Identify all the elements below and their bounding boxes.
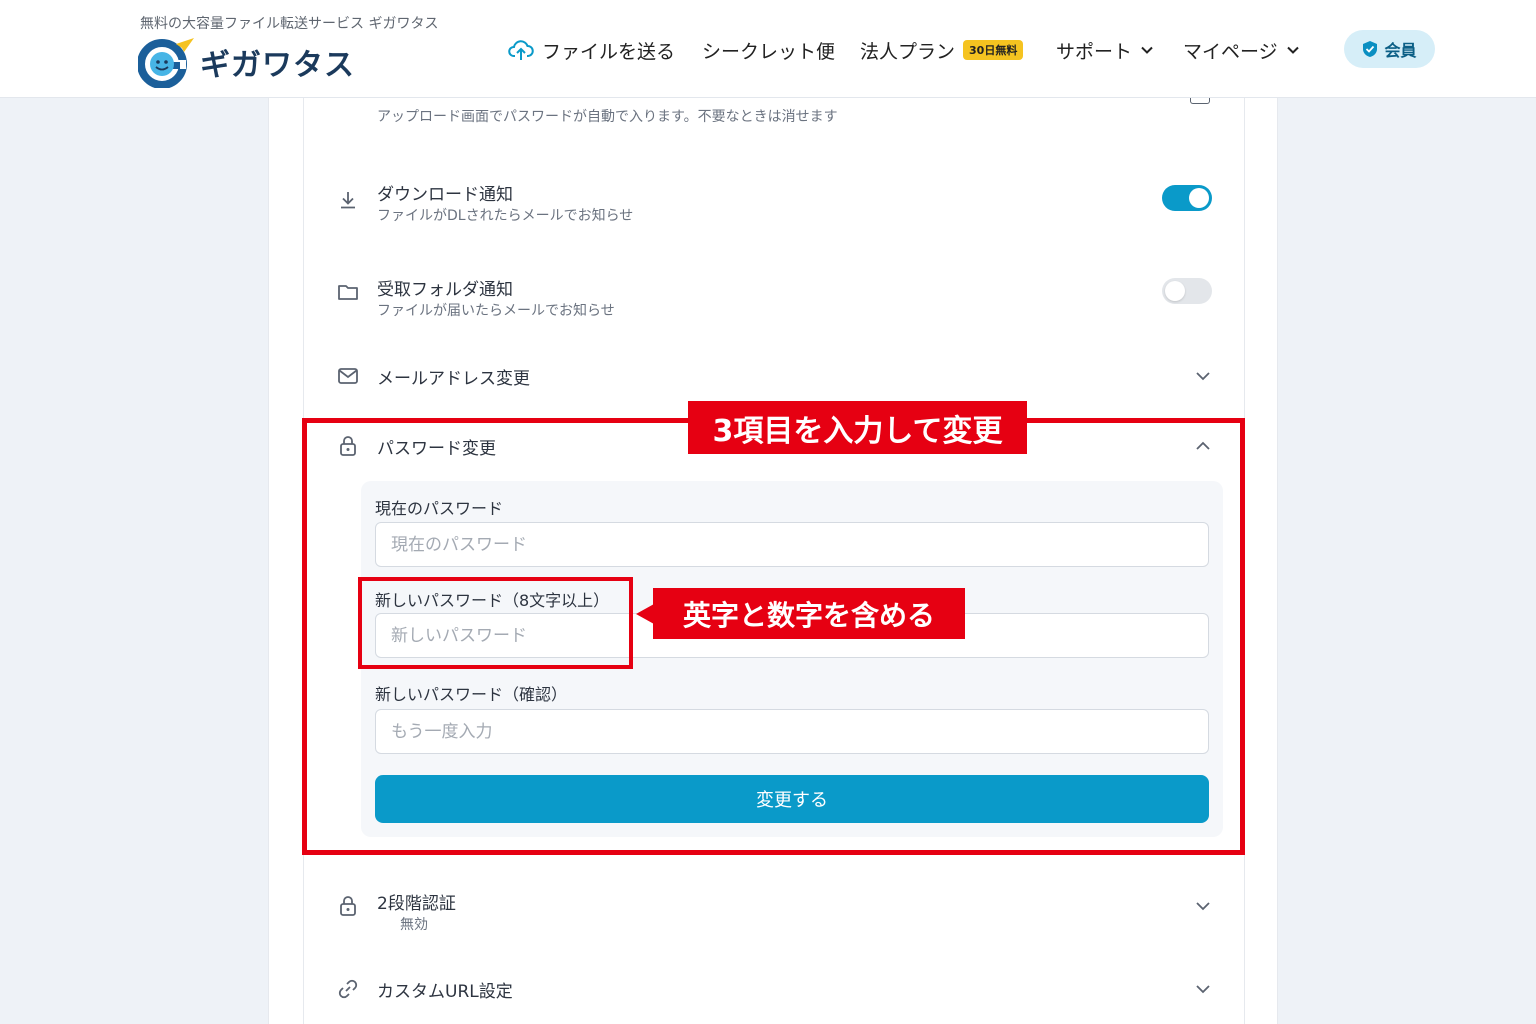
nav-send-file[interactable]: ファイルを送る	[508, 36, 675, 64]
member-badge-button[interactable]: 会員	[1344, 30, 1435, 68]
mail-icon	[338, 368, 358, 384]
annotation-callout: 3項目を入力して変更	[688, 401, 1027, 454]
cloud-upload-icon	[508, 40, 534, 60]
nav-secret[interactable]: シークレット便	[702, 36, 835, 64]
chevron-down-icon	[1286, 46, 1299, 54]
link-icon	[338, 979, 358, 999]
annotation-pointer	[636, 604, 654, 624]
logo-mark-icon	[138, 38, 194, 88]
chevron-down-icon	[1196, 985, 1210, 994]
download-notice-toggle[interactable]	[1162, 185, 1212, 211]
download-notice-title: ダウンロード通知	[377, 185, 513, 205]
nav-mypage[interactable]: マイページ	[1183, 36, 1300, 64]
auto-password-desc: アップロード画面でパスワードが自動で入ります。不要なときは消せます	[377, 109, 838, 125]
nav-support[interactable]: サポート	[1056, 36, 1154, 64]
two-factor-title: 2段階認証	[377, 894, 456, 914]
folder-notice-desc: ファイルが届いたらメールでお知らせ	[377, 303, 615, 319]
download-notice-desc: ファイルがDLされたらメールでお知らせ	[377, 208, 634, 224]
nav-corp-plan[interactable]: 法人プラン 30日無料	[860, 36, 1024, 64]
setting-row-email-change[interactable]: メールアドレス変更	[304, 355, 1244, 397]
toggle-knob	[1165, 281, 1185, 301]
folder-notice-title: 受取フォルダ通知	[377, 280, 513, 300]
annotation-callout: 英字と数字を含める	[653, 588, 965, 639]
folder-notice-toggle[interactable]	[1162, 278, 1212, 304]
nav-corp-label: 法人プラン	[860, 40, 956, 63]
setting-row-custom-url[interactable]: カスタムURL設定	[304, 968, 1244, 1010]
lock-icon	[340, 896, 356, 916]
folder-icon	[338, 285, 358, 300]
member-label: 会員	[1384, 41, 1417, 60]
shield-check-icon	[1363, 41, 1378, 57]
download-icon	[341, 192, 355, 209]
annotation-highlight-box	[358, 577, 633, 669]
nav-support-label: サポート	[1056, 40, 1133, 63]
chevron-down-icon	[1141, 46, 1153, 54]
custom-url-title: カスタムURL設定	[377, 982, 513, 1002]
logo-text: ギガワタス	[200, 48, 355, 83]
two-factor-status: 無効	[400, 917, 428, 933]
nav-secret-label: シークレット便	[702, 40, 836, 63]
nav-send-label: ファイルを送る	[542, 40, 676, 63]
chevron-down-icon	[1196, 372, 1210, 381]
site-header: 無料の大容量ファイル転送サービス ギガワタス ギガワタス ファイルを送る シーク…	[0, 0, 1536, 98]
setting-row-two-factor[interactable]: 2段階認証 無効	[304, 885, 1244, 941]
site-logo[interactable]: ギガワタス	[138, 36, 355, 88]
setting-row-download-notice: ダウンロード通知 ファイルがDLされたらメールでお知らせ	[304, 170, 1244, 230]
free-trial-badge: 30日無料	[963, 40, 1024, 60]
toggle-knob	[1189, 188, 1209, 208]
nav-mypage-label: マイページ	[1183, 40, 1278, 63]
chevron-down-icon	[1196, 902, 1210, 911]
site-tagline: 無料の大容量ファイル転送サービス ギガワタス	[140, 16, 439, 32]
setting-row-folder-notice: 受取フォルダ通知 ファイルが届いたらメールでお知らせ	[304, 265, 1244, 325]
email-change-title: メールアドレス変更	[377, 369, 530, 389]
